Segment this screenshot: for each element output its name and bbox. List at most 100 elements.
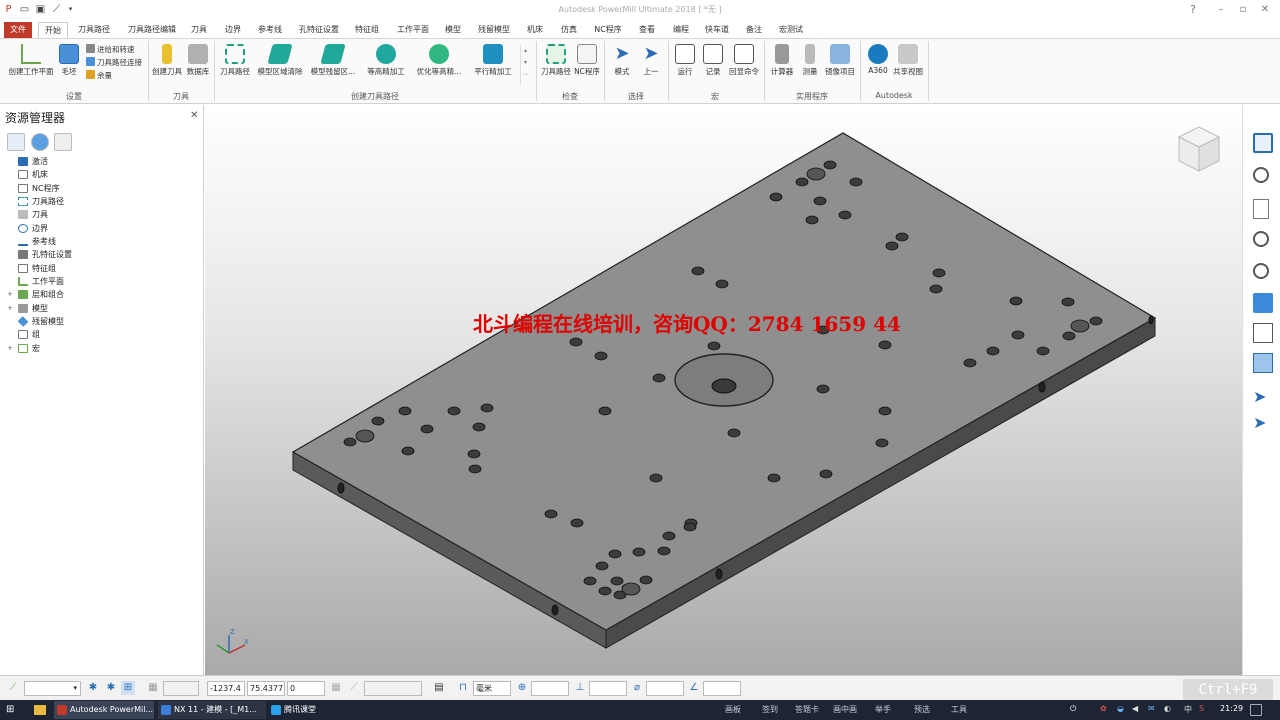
tree-item-macros[interactable]: + 宏 — [6, 342, 196, 355]
grid-icon[interactable]: ▦ — [146, 681, 160, 695]
diameter-icon[interactable]: ⌀ — [630, 681, 644, 695]
notification-icon[interactable] — [1250, 704, 1262, 716]
tray-drawing-board[interactable]: 画板 — [725, 704, 741, 715]
tab-workplane[interactable]: 工作平面 — [394, 22, 432, 38]
thickness-icon[interactable]: ⊥ — [573, 681, 587, 695]
toolpath-connections-button[interactable]: 刀具路径连接 — [86, 57, 142, 69]
tab-view[interactable]: 查看 — [634, 22, 660, 38]
tree-item-workplanes[interactable]: 工作平面 — [6, 275, 196, 288]
tab-machine[interactable]: 机床 — [524, 22, 546, 38]
graphics-viewport[interactable]: 北斗编程在线培训，咨询QQ：2784 1659 44 Z X — [205, 105, 1242, 675]
toolpath-strategies-button[interactable]: 刀具路径 — [218, 44, 252, 77]
measure-button[interactable]: 测量 — [798, 44, 822, 77]
tree-item-nc-programs[interactable]: NC程序 — [6, 182, 196, 195]
constant-z-finishing-button[interactable]: 等高精加工 — [362, 44, 410, 77]
select-icon[interactable]: ➤ — [1253, 413, 1273, 433]
block-button[interactable]: 毛坯 — [56, 44, 82, 77]
tree-item-tools[interactable]: 刀具 — [6, 208, 196, 221]
tab-hole-features[interactable]: 孔特征设置 — [296, 22, 342, 38]
model-rest-clearance-button[interactable]: 模型残留区... — [308, 44, 358, 77]
minimize-icon[interactable]: – — [1210, 2, 1232, 18]
create-tool-button[interactable]: 创建刀具 — [151, 44, 183, 77]
thickness-field[interactable] — [589, 681, 627, 696]
tab-model[interactable]: 模型 — [442, 22, 464, 38]
tab-stock-model[interactable]: 残留模型 — [476, 22, 512, 38]
volume-icon[interactable]: ◀ — [1132, 704, 1138, 713]
ime-icon[interactable]: S — [1199, 704, 1204, 713]
power-icon[interactable]: ⏻ — [1070, 704, 1076, 714]
tray-picture-in-picture[interactable]: 画中画 — [833, 704, 857, 715]
tree-item-groups[interactable]: 组 — [6, 328, 196, 341]
refresh-view-icon[interactable] — [1253, 199, 1269, 219]
optimised-constant-z-button[interactable]: 优化等高精... — [414, 44, 464, 77]
tab-nc-programs[interactable]: NC程序 — [592, 22, 624, 38]
close-icon[interactable]: ✕ — [190, 110, 198, 121]
diameter-field[interactable] — [646, 681, 684, 696]
zoom-out-icon[interactable] — [1253, 263, 1269, 279]
grid-settings-icon[interactable]: ▦ — [329, 681, 343, 695]
taskbar-app-tencent-classroom[interactable]: 腾讯课堂 — [268, 701, 344, 719]
zoom-icon[interactable] — [1253, 167, 1269, 183]
tab-simulation[interactable]: 仿真 — [556, 22, 582, 38]
create-workplane-button[interactable]: 创建工作平面 — [6, 44, 56, 77]
tab-programming[interactable]: 编程 — [668, 22, 694, 38]
restore-icon[interactable]: ▫ — [1232, 2, 1254, 18]
tray-answer-card[interactable]: 答题卡 — [795, 704, 819, 715]
chat-icon[interactable]: ✉ — [1148, 704, 1155, 713]
units-select[interactable]: 毫米 — [473, 681, 511, 696]
tray-raise-hand[interactable]: 举手 — [875, 704, 891, 715]
select-previous-button[interactable]: ➤ 上一 — [638, 44, 664, 77]
tool-database-button[interactable]: 数据库 — [185, 44, 211, 77]
model-area-clearance-button[interactable]: 模型区域清除 — [255, 44, 305, 77]
pick-icon[interactable]: ➤ — [1253, 387, 1273, 407]
tab-toolpath-edit[interactable]: 刀具路径编辑 — [124, 22, 180, 38]
tab-tool[interactable]: 刀具 — [186, 22, 212, 38]
tab-notes[interactable]: 备注 — [742, 22, 766, 38]
close-icon[interactable]: ✕ — [1254, 2, 1276, 18]
help-icon[interactable]: ? — [1182, 2, 1204, 18]
tolerance-icon[interactable]: ⊕ — [515, 681, 529, 695]
tree-item-stock-models[interactable]: 残留模型 — [6, 315, 196, 328]
tree-item-active[interactable]: 激活 — [6, 155, 196, 168]
tray-preselect[interactable]: 预选 — [914, 704, 930, 715]
workplane-select[interactable]: ▾ — [24, 681, 81, 696]
view-fit-icon[interactable] — [1253, 133, 1273, 153]
tab-macro-test[interactable]: 宏测试 — [774, 22, 808, 38]
tab-home[interactable]: 开始 — [38, 22, 68, 38]
taskbar-app-powermill[interactable]: Autodesk PowerMil... — [54, 701, 154, 719]
verify-nc-program-button[interactable]: NC程序 — [573, 44, 601, 77]
feeds-speeds-button[interactable]: 进给和转速 — [86, 44, 135, 56]
tree-item-patterns[interactable]: 参考线 — [6, 235, 196, 248]
file-explorer-icon[interactable] — [34, 705, 46, 715]
tree-item-hole-feature-sets[interactable]: 孔特征设置 — [6, 248, 196, 261]
tray-app-icon[interactable]: ✿ — [1100, 704, 1107, 713]
network-icon[interactable]: ◒ — [1117, 704, 1124, 713]
calculator-icon[interactable]: ▤ — [432, 681, 446, 695]
echo-commands-button[interactable]: 回显命令 — [727, 44, 761, 77]
globe-icon[interactable] — [30, 133, 49, 151]
wand-icon[interactable]: ⟋ — [347, 681, 361, 695]
grid-snap-icon[interactable]: ⊞ — [121, 681, 135, 695]
explorer-tree-icon[interactable] — [7, 133, 25, 151]
tab-file[interactable]: 文件 — [4, 22, 32, 38]
tree-item-machine[interactable]: 机床 — [6, 168, 196, 181]
view-cube-icon[interactable] — [1175, 123, 1225, 177]
thickness-button[interactable]: 余量 — [86, 70, 112, 82]
record-macro-button[interactable]: 记录 — [700, 44, 726, 77]
shaded-view-icon[interactable] — [1253, 293, 1273, 313]
snap-options-icon[interactable]: ✱ — [104, 681, 118, 695]
tab-pattern[interactable]: 参考线 — [254, 22, 286, 38]
tray-tools[interactable]: 工具 — [951, 704, 967, 715]
angle-icon[interactable]: ∠ — [687, 681, 701, 695]
coord-z-field[interactable]: 0 — [287, 681, 325, 696]
verify-toolpath-button[interactable]: 刀具路径 — [539, 44, 573, 77]
gallery-scroll[interactable]: ▴ ▾ ⋯ — [520, 45, 530, 85]
tab-boundary[interactable]: 边界 — [220, 22, 246, 38]
tree-item-levels[interactable]: + 层和组合 — [6, 288, 196, 301]
transparent-view-icon[interactable] — [1253, 353, 1273, 373]
tab-feature-groups[interactable]: 特征组 — [352, 22, 382, 38]
coord-x-field[interactable]: -1237.4 — [207, 681, 245, 696]
tray-check-in[interactable]: 签到 — [762, 704, 778, 715]
shared-views-button[interactable]: 共享视图 — [892, 44, 924, 77]
raster-finishing-button[interactable]: 平行精加工 — [470, 44, 516, 77]
